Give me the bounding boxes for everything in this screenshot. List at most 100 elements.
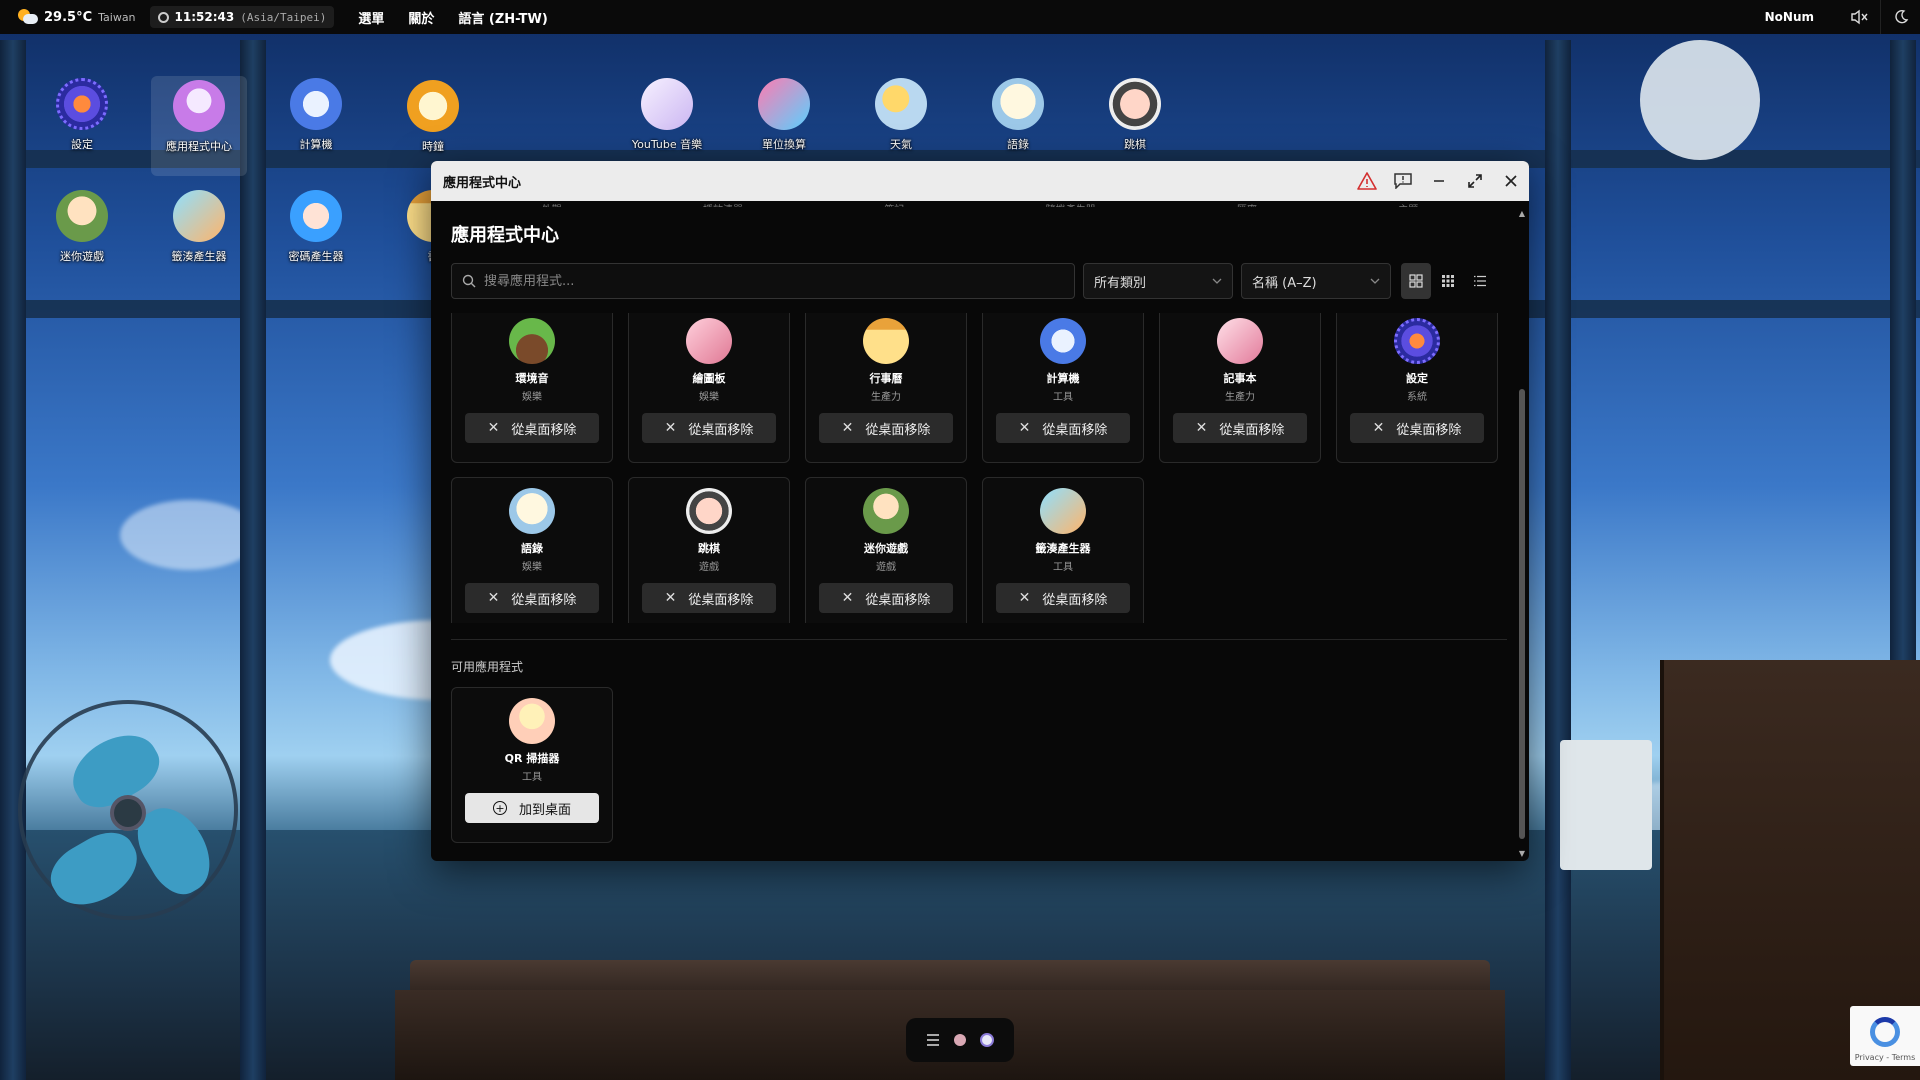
numlock-indicator: NoNum [1764, 10, 1814, 24]
desktop-icon-label: 應用程式中心 [166, 140, 232, 153]
search-input[interactable] [484, 273, 1044, 289]
gear-icon [1394, 318, 1440, 364]
sort-select-value: 名稱 (A–Z) [1252, 275, 1317, 291]
remove-from-desktop-button[interactable]: ✕ 從桌面移除 [996, 413, 1130, 443]
remove-from-desktop-button[interactable]: ✕ 從桌面移除 [819, 413, 953, 443]
app-center-window: 應用程式中心 應用程式中心 搜尋應用程式... 所有類別 名稱 (A–Z) 環境… [431, 161, 1529, 861]
search-box[interactable] [451, 263, 1075, 299]
mini-games-icon [863, 488, 909, 534]
button-label: 從桌面移除 [865, 592, 931, 608]
close-icon: ✕ [1018, 420, 1031, 436]
window-scrollbar[interactable]: ▲ ▼ [1517, 209, 1527, 859]
peek-label: 播放清單 [703, 201, 743, 207]
clock-widget[interactable]: 11:52:43 (Asia/Taipei) [149, 6, 335, 28]
close-button[interactable] [1493, 161, 1529, 201]
remove-from-desktop-button[interactable]: ✕ 從桌面移除 [819, 583, 953, 613]
close-icon: ✕ [1195, 420, 1208, 436]
app-card: 迷你遊戲 遊戲 ✕ 從桌面移除 [805, 477, 967, 623]
menu-item-about[interactable]: 關於 [408, 8, 434, 27]
close-icon: ✕ [841, 590, 854, 606]
dock-app-icon[interactable] [954, 1034, 966, 1046]
app-center-dock-icon[interactable] [980, 1033, 994, 1047]
qr-scanner-icon [509, 698, 555, 744]
maximize-button[interactable] [1457, 161, 1493, 201]
remove-from-desktop-button[interactable]: ✕ 從桌面移除 [1350, 413, 1484, 443]
desktop-icon-weather[interactable]: 天氣 [853, 78, 949, 152]
button-label: 從桌面移除 [511, 422, 577, 438]
menu-item-menu[interactable]: 選單 [358, 8, 384, 27]
app-name: 環境音 [515, 372, 549, 385]
app-category: 娛樂 [522, 392, 542, 403]
scroll-down-arrow-icon[interactable]: ▼ [1517, 849, 1527, 859]
view-small-grid-button[interactable] [1433, 263, 1463, 299]
add-to-desktop-button[interactable]: + 加到桌面 [465, 793, 599, 823]
minimize-button[interactable] [1421, 161, 1457, 201]
close-icon: ✕ [664, 420, 677, 436]
peek-label: 外觀 [542, 201, 562, 207]
app-category: 娛樂 [699, 392, 719, 403]
ambient-sound-icon [509, 318, 555, 364]
scroll-up-arrow-icon[interactable]: ▲ [1517, 209, 1527, 219]
close-icon: ✕ [487, 420, 500, 436]
desktop-icon-calculator[interactable]: 計算機 [268, 78, 364, 152]
hamburger-menu-icon[interactable] [926, 1034, 940, 1046]
search-icon [462, 274, 476, 288]
app-category: 工具 [522, 772, 542, 783]
peek-label: 主題 [1398, 201, 1418, 207]
available-apps-heading: 可用應用程式 [451, 660, 524, 674]
remove-from-desktop-button[interactable]: ✕ 從桌面移除 [465, 413, 599, 443]
remove-from-desktop-button[interactable]: ✕ 從桌面移除 [465, 583, 599, 613]
close-icon: ✕ [841, 420, 854, 436]
desktop-icon-quotes[interactable]: 語錄 [970, 78, 1066, 152]
view-mode-toggle [1401, 263, 1495, 299]
window-titlebar[interactable]: 應用程式中心 [431, 161, 1529, 201]
desktop-icon-unit-converter[interactable]: 單位換算 [736, 78, 832, 152]
desktop-icon-youtube-music[interactable]: YouTube 音樂 [619, 78, 715, 152]
recaptcha-badge[interactable]: Privacy - Terms [1850, 1006, 1920, 1066]
clock-timezone: (Asia/Taipei) [240, 10, 327, 24]
calendar-icon [863, 318, 909, 364]
mini-games-icon [56, 190, 108, 242]
report-issue-button[interactable] [1349, 161, 1385, 201]
app-category: 工具 [1053, 392, 1073, 403]
youtube-music-icon [641, 78, 693, 130]
category-select-value: 所有類別 [1094, 275, 1147, 291]
desktop-icon-app-center[interactable]: 應用程式中心 [151, 76, 247, 176]
app-category: 遊戲 [699, 562, 719, 573]
notepad-icon [1217, 318, 1263, 364]
close-icon [1505, 175, 1517, 187]
scrollbar-thumb[interactable] [1519, 389, 1525, 839]
close-icon: ✕ [1018, 590, 1031, 606]
app-card: 籤湊產生器 工具 ✕ 從桌面移除 [982, 477, 1144, 623]
remove-from-desktop-button[interactable]: ✕ 從桌面移除 [996, 583, 1130, 613]
mute-button[interactable] [1840, 0, 1880, 34]
desktop-icon-label: 計算機 [299, 138, 333, 151]
sort-select[interactable]: 名稱 (A–Z) [1241, 263, 1391, 299]
desktop-icon-password-generator[interactable]: 密碼產生器 [268, 190, 364, 264]
app-name: 跳棋 [698, 542, 720, 555]
view-list-button[interactable] [1465, 263, 1495, 299]
desktop-icon-settings[interactable]: 設定 [34, 78, 130, 152]
menu-item-language[interactable]: 語言 (ZH-TW) [458, 8, 547, 27]
speaker-muted-icon [1851, 9, 1868, 25]
desktop-icon-clock[interactable]: 時鐘 [385, 80, 481, 154]
chevron-down-icon [1370, 278, 1380, 284]
remove-from-desktop-button[interactable]: ✕ 從桌面移除 [642, 583, 776, 613]
password-generator-icon [290, 190, 342, 242]
desktop-icon-mini-games[interactable]: 迷你遊戲 [34, 190, 130, 264]
app-name: 籤湊產生器 [1035, 542, 1091, 555]
desktop-icon-checkers[interactable]: 跳棋 [1087, 78, 1183, 152]
desktop-icon-label: YouTube 音樂 [631, 138, 703, 151]
gear-icon [56, 78, 108, 130]
dark-mode-button[interactable] [1880, 0, 1920, 34]
feedback-button[interactable] [1385, 161, 1421, 201]
remove-from-desktop-button[interactable]: ✕ 從桌面移除 [1173, 413, 1307, 443]
view-large-grid-button[interactable] [1401, 263, 1431, 299]
weather-widget[interactable]: 29.5°C Taiwan [18, 9, 136, 25]
button-label: 從桌面移除 [1042, 422, 1108, 438]
window-title: 應用程式中心 [443, 175, 522, 191]
remove-from-desktop-button[interactable]: ✕ 從桌面移除 [642, 413, 776, 443]
category-select[interactable]: 所有類別 [1083, 263, 1233, 299]
small-grid-icon [1442, 275, 1454, 287]
desktop-icon-random-generator[interactable]: 籤湊產生器 [151, 190, 247, 264]
